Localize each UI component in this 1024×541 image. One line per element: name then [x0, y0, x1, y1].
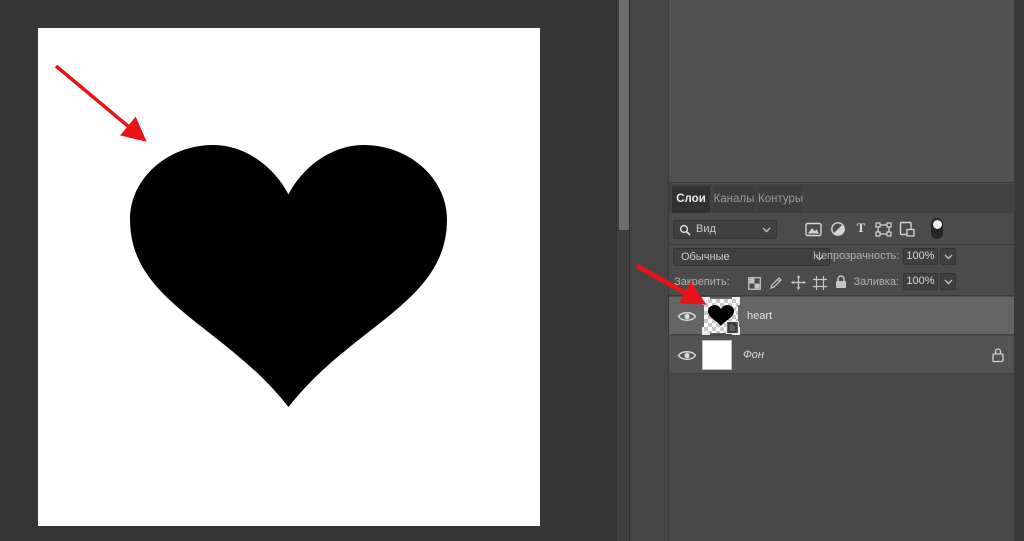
shape-layers-icon[interactable]: [874, 220, 892, 238]
tab-paths[interactable]: Контуры: [758, 186, 802, 213]
lock-pixels-icon[interactable]: [767, 274, 785, 292]
photoshop-window: Слои Каналы Контуры Вид: [0, 0, 1024, 541]
layer-row-heart[interactable]: heart: [669, 297, 1015, 335]
layer-thumbnail-background[interactable]: [702, 340, 732, 370]
blend-mode-dropdown[interactable]: Обычные: [673, 248, 830, 266]
layers-empty-area: [669, 374, 1015, 541]
lock-position-icon[interactable]: [789, 273, 807, 291]
selection-corner: [732, 297, 740, 305]
layer-name-heart[interactable]: heart: [747, 310, 772, 322]
filter-kind-label: Вид: [696, 223, 716, 235]
layer-lock-icon[interactable]: [991, 347, 1005, 363]
layer-filter-row: Вид T: [669, 213, 1015, 245]
type-layers-icon[interactable]: T: [852, 219, 870, 237]
fill-value[interactable]: 100%: [903, 273, 938, 290]
layer-row-background[interactable]: Фон: [669, 336, 1015, 374]
search-icon: [679, 224, 691, 236]
heart-shape: [130, 145, 447, 407]
tab-layers[interactable]: Слои: [672, 186, 710, 213]
smart-object-badge-icon: [726, 321, 739, 334]
layer-filter-toggle[interactable]: [931, 218, 943, 239]
panel-dock-gutter: [629, 0, 668, 541]
selection-corner: [702, 297, 710, 305]
panel-empty-area: [669, 0, 1015, 183]
layer-thumbnail-heart[interactable]: [704, 299, 738, 333]
chevron-down-icon: [762, 227, 771, 233]
workspace-area: [0, 0, 616, 541]
layer-name-background[interactable]: Фон: [743, 349, 764, 361]
selection-corner: [702, 327, 710, 335]
vertical-scrollbar[interactable]: [616, 0, 629, 541]
filter-kind-dropdown[interactable]: Вид: [673, 220, 777, 239]
pixel-layers-icon[interactable]: [804, 220, 822, 238]
tab-channels[interactable]: Каналы: [713, 186, 755, 213]
opacity-label: Непрозрачность:: [813, 250, 899, 262]
document-canvas[interactable]: [38, 28, 540, 526]
layers-panel: Слои Каналы Контуры Вид: [668, 0, 1014, 541]
opacity-value[interactable]: 100%: [903, 248, 938, 265]
scrollbar-thumb[interactable]: [619, 0, 629, 230]
smart-objects-icon[interactable]: [898, 220, 916, 238]
adjustment-layers-icon[interactable]: [829, 220, 847, 238]
toggle-knob: [933, 220, 942, 229]
visibility-eye-icon[interactable]: [677, 349, 697, 362]
fill-label: Заливка:: [813, 276, 899, 288]
lock-label: Закрепить:: [674, 276, 730, 288]
blend-mode-row: Обычные Непрозрачность: 100%: [669, 246, 1015, 269]
fill-dropdown-chevron[interactable]: [940, 273, 956, 290]
lock-row: Закрепить:: [669, 269, 1015, 296]
opacity-dropdown-chevron[interactable]: [940, 248, 956, 265]
visibility-eye-icon[interactable]: [677, 310, 697, 323]
lock-transparency-icon[interactable]: [745, 274, 763, 292]
panel-tab-bar: Слои Каналы Контуры: [669, 184, 1015, 213]
blend-mode-value: Обычные: [681, 251, 730, 263]
window-right-edge: [1014, 0, 1024, 541]
